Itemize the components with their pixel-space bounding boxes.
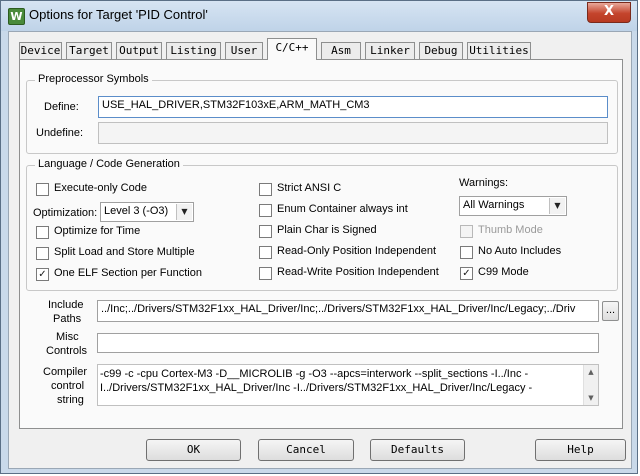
tab-utilities[interactable]: Utilities (467, 42, 531, 59)
misc-label-line2: Controls (46, 345, 87, 357)
one-elf-label: One ELF Section per Function (54, 267, 202, 279)
tab-user[interactable]: User (225, 42, 263, 59)
strict-ansi-label: Strict ANSI C (277, 182, 342, 194)
ok-button[interactable]: OK (146, 439, 241, 461)
misc-controls-input[interactable] (97, 333, 599, 353)
close-button[interactable]: X (587, 2, 631, 23)
execute-only-label: Execute-only Code (54, 182, 147, 194)
tab-listing[interactable]: Listing (166, 42, 221, 59)
define-label: Define: (44, 101, 79, 113)
optimize-time-label: Optimize for Time (54, 225, 141, 237)
c99-mode-label: C99 Mode (478, 266, 529, 278)
optimization-value: Level 3 (-O3) (104, 205, 169, 217)
browse-include-button[interactable]: ... (602, 301, 619, 321)
define-input[interactable]: USE_HAL_DRIVER,STM32F103xE,ARM_MATH_CM3 (98, 96, 608, 118)
tab-device[interactable]: Device (19, 42, 62, 59)
compiler-control-string[interactable]: -c99 -c -cpu Cortex-M3 -D__MICROLIB -g -… (97, 364, 599, 406)
compiler-string-line1: -c99 -c -cpu Cortex-M3 -D__MICROLIB -g -… (100, 368, 529, 380)
scroll-up-icon[interactable]: ▲ (584, 365, 598, 379)
tab-target[interactable]: Target (66, 42, 112, 59)
language-legend: Language / Code Generation (35, 158, 183, 170)
split-load-label: Split Load and Store Multiple (54, 246, 195, 258)
options-dialog: W Options for Target 'PID Control' X Dev… (0, 0, 638, 474)
enum-container-box (259, 204, 272, 217)
no-auto-includes-label: No Auto Includes (478, 245, 562, 257)
optimize-time-box (36, 226, 49, 239)
check-icon: ✓ (36, 268, 49, 281)
no-auto-includes-box (460, 246, 473, 259)
plain-char-box (259, 225, 272, 238)
thumb-mode-label: Thumb Mode (478, 224, 543, 236)
chevron-down-icon: ▼ (549, 198, 565, 214)
defaults-button[interactable]: Defaults (370, 439, 465, 461)
strict-ansi-box (259, 183, 272, 196)
window-title: Options for Target 'PID Control' (29, 7, 208, 22)
tab-output[interactable]: Output (116, 42, 162, 59)
enum-container-label: Enum Container always int (277, 203, 408, 215)
chevron-down-icon: ▼ (176, 204, 192, 220)
compiler-string-line2: I../Drivers/STM32F1xx_HAL_Driver/Inc -I.… (100, 382, 533, 394)
warnings-label: Warnings: (459, 177, 509, 189)
cc-tab-panel: Preprocessor Symbols Define: USE_HAL_DRI… (19, 59, 623, 429)
rw-position-label: Read-Write Position Independent (277, 266, 439, 278)
warnings-value: All Warnings (463, 199, 525, 211)
thumb-mode-box (460, 225, 473, 238)
compiler-scrollbar[interactable]: ▲ ▼ (583, 365, 598, 405)
include-paths-input[interactable]: ../Inc;../Drivers/STM32F1xx_HAL_Driver/I… (97, 300, 599, 322)
include-paths-value: ../Inc;../Drivers/STM32F1xx_HAL_Driver/I… (101, 303, 576, 315)
ro-position-box (259, 246, 272, 259)
tab-asm[interactable]: Asm (321, 42, 361, 59)
undefine-input[interactable] (98, 122, 608, 144)
scroll-down-icon[interactable]: ▼ (584, 391, 598, 405)
check-icon: ✓ (460, 267, 473, 280)
cancel-button[interactable]: Cancel (258, 439, 354, 461)
define-value: USE_HAL_DRIVER,STM32F103xE,ARM_MATH_CM3 (102, 99, 370, 111)
optimization-label: Optimization: (33, 207, 98, 219)
plain-char-label: Plain Char is Signed (277, 224, 377, 236)
keil-app-icon: W (8, 8, 25, 25)
compiler-label-line1: Compiler (43, 366, 88, 378)
warnings-select[interactable]: All Warnings ▼ (459, 196, 567, 216)
include-label-line2: Paths (53, 313, 82, 325)
preprocessor-group: Preprocessor Symbols Define: USE_HAL_DRI… (26, 73, 618, 154)
split-load-box (36, 247, 49, 260)
optimization-select[interactable]: Level 3 (-O3) ▼ (100, 202, 194, 222)
ro-position-label: Read-Only Position Independent (277, 245, 436, 257)
include-label-line1: Include (48, 299, 84, 311)
tab-linker[interactable]: Linker (365, 42, 415, 59)
dialog-client-area: Device Target Output Listing User C/C++ … (8, 31, 632, 469)
undefine-label: Undefine: (36, 127, 84, 139)
compiler-label-line3: string (57, 394, 84, 406)
execute-only-box (36, 183, 49, 196)
help-button[interactable]: Help (535, 439, 626, 461)
tab-cc[interactable]: C/C++ (267, 38, 317, 60)
rw-position-box (259, 267, 272, 280)
tab-debug[interactable]: Debug (419, 42, 463, 59)
title-bar[interactable]: W Options for Target 'PID Control' X (1, 1, 637, 31)
preprocessor-legend: Preprocessor Symbols (35, 73, 152, 85)
language-group: Language / Code Generation Execute-only … (26, 158, 618, 291)
compiler-label-line2: control (51, 380, 85, 392)
misc-label-line1: Misc (56, 331, 79, 343)
